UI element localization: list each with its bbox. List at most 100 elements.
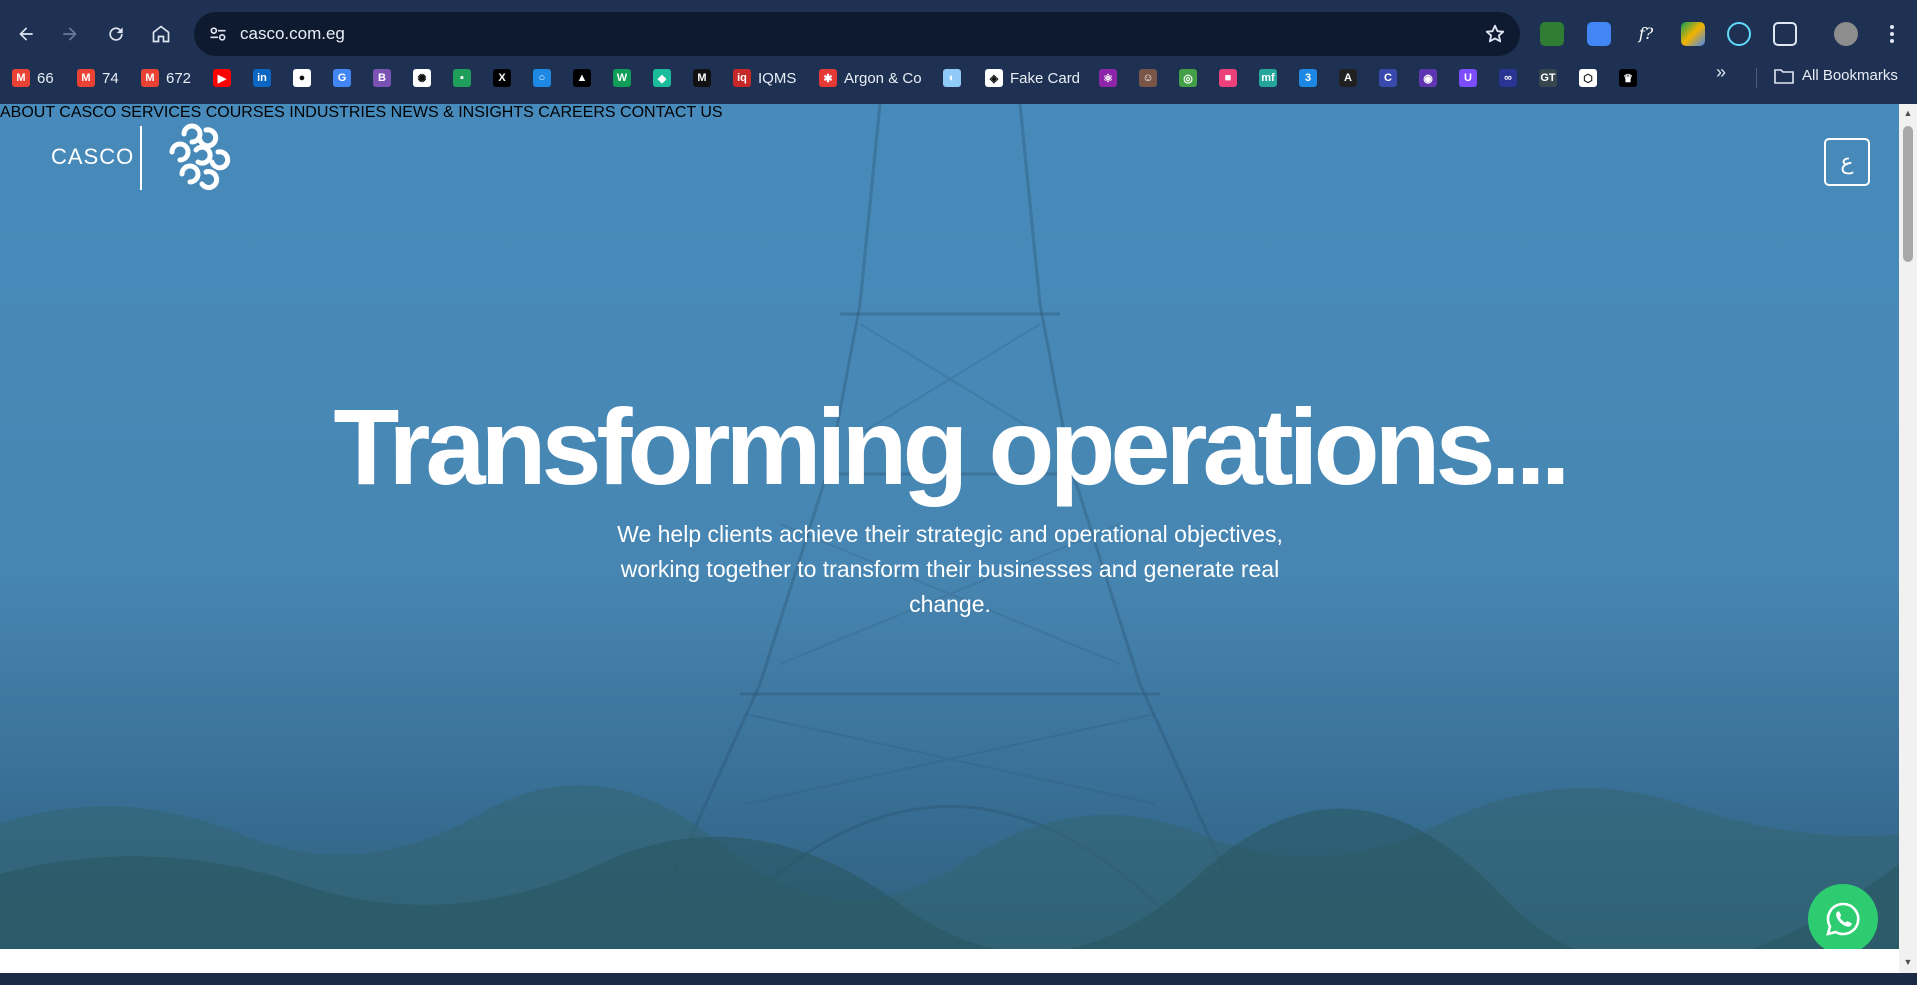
- gt-icon: GT: [1539, 69, 1557, 87]
- all-bookmarks-label: All Bookmarks: [1802, 67, 1898, 84]
- window-bottom-edge: [0, 973, 1917, 985]
- react-extension-icon[interactable]: [1727, 22, 1751, 46]
- hero-subheadline: We help clients achieve their strategic …: [617, 521, 1283, 617]
- bookmarks-divider: [1756, 68, 1757, 88]
- bookmark-item[interactable]: ◈ Fake Card: [985, 67, 1080, 89]
- bookmark-item[interactable]: ▶: [213, 67, 231, 89]
- bookmark-star-icon[interactable]: [1484, 23, 1506, 45]
- bookmark-item[interactable]: GT: [1539, 67, 1557, 89]
- linkedin-icon: in: [253, 69, 271, 87]
- kebab-menu-icon[interactable]: [1880, 20, 1904, 48]
- mf-icon: mf: [1259, 69, 1277, 87]
- extension-icon[interactable]: [1540, 22, 1564, 46]
- bookmark-item[interactable]: 3: [1299, 67, 1317, 89]
- forward-button[interactable]: [54, 18, 86, 50]
- gmail-icon: M: [77, 69, 95, 87]
- codepen-icon: ⬡: [1579, 69, 1597, 87]
- x-icon: X: [493, 69, 511, 87]
- scroll-down-icon[interactable]: ▼: [1903, 957, 1913, 967]
- casco-logo-text[interactable]: CASCO: [51, 144, 134, 170]
- home-button[interactable]: [145, 18, 177, 50]
- iqms-icon: iq: [733, 69, 751, 87]
- whatsapp-button[interactable]: [1808, 884, 1878, 949]
- casco-logo-mark-icon[interactable]: [160, 120, 232, 192]
- all-bookmarks-button[interactable]: All Bookmarks: [1774, 67, 1898, 84]
- react-icon: ⚛: [1099, 69, 1117, 87]
- crown-icon: ♛: [1619, 69, 1637, 87]
- bookmark-item[interactable]: X: [493, 67, 511, 89]
- loop-icon: ∞: [1499, 69, 1517, 87]
- card-icon: ◈: [985, 69, 1003, 87]
- bookmark-item[interactable]: M 672: [141, 67, 191, 89]
- gmail-icon: M: [141, 69, 159, 87]
- profile-avatar[interactable]: [1834, 22, 1858, 46]
- bookmark-item[interactable]: M: [693, 67, 711, 89]
- bookmark-item[interactable]: ▲: [573, 67, 591, 89]
- browser-toolbar: casco.com.eg f?: [0, 8, 1917, 56]
- youtube-icon: ▶: [213, 69, 231, 87]
- bookmark-item[interactable]: M 74: [77, 67, 119, 89]
- ring-icon: ◎: [1179, 69, 1197, 87]
- u-icon: U: [1459, 69, 1477, 87]
- arrow-left-icon: [19, 27, 33, 41]
- bookmark-item[interactable]: A: [1339, 67, 1357, 89]
- scrollbar-thumb[interactable]: [1903, 126, 1913, 262]
- bookmark-label: 66: [37, 69, 54, 87]
- bookmark-item[interactable]: ♛: [1619, 67, 1637, 89]
- bookmark-label: 672: [166, 69, 192, 87]
- site-info-icon[interactable]: [208, 24, 228, 44]
- home-icon: [152, 25, 170, 43]
- translate-extension-icon[interactable]: [1587, 22, 1611, 46]
- scroll-up-icon[interactable]: ▲: [1903, 108, 1913, 118]
- bookmark-item[interactable]: in: [253, 67, 271, 89]
- sheet-icon: ▪: [453, 69, 471, 87]
- argon-icon: ✱: [819, 69, 837, 87]
- bookmark-item[interactable]: ◆: [653, 67, 671, 89]
- w-icon: W: [613, 69, 631, 87]
- page-section-edge: [0, 949, 1899, 973]
- bookmark-item[interactable]: ✱ Argon & Co: [819, 67, 922, 89]
- bookmark-item[interactable]: ☺: [1139, 67, 1157, 89]
- bookmark-item[interactable]: ∞: [1499, 67, 1517, 89]
- address-bar[interactable]: casco.com.eg: [194, 12, 1520, 56]
- back-button[interactable]: [10, 18, 42, 50]
- bookmark-item[interactable]: C: [1379, 67, 1397, 89]
- city-trees-background: [0, 785, 1899, 949]
- bookmark-item[interactable]: ●: [293, 67, 311, 89]
- reload-icon: [109, 27, 123, 41]
- folder-icon: [1774, 68, 1794, 84]
- drive-extension-icon[interactable]: [1681, 22, 1705, 46]
- bookmark-item[interactable]: ⚛: [1099, 67, 1117, 89]
- bookmark-item[interactable]: ⬡: [1579, 67, 1597, 89]
- bookmark-item[interactable]: ◐: [943, 67, 961, 89]
- page-viewport: CASCO ABOUT CASCO SERVICES COURSES INDUS…: [0, 104, 1899, 949]
- bookmark-item[interactable]: iq IQMS: [733, 67, 796, 89]
- bookmark-item[interactable]: ■: [1219, 67, 1237, 89]
- bookmark-item[interactable]: ◎: [1179, 67, 1197, 89]
- bookmark-label: 74: [102, 69, 119, 87]
- bookmark-item[interactable]: ▪: [453, 67, 471, 89]
- chatgpt-icon: ✺: [413, 69, 431, 87]
- dot-icon: ◉: [1419, 69, 1437, 87]
- bookmark-item[interactable]: ○: [533, 67, 551, 89]
- bookmark-item[interactable]: B: [373, 67, 391, 89]
- logo-divider: [140, 126, 142, 190]
- formula-extension-icon[interactable]: f?: [1634, 22, 1658, 46]
- page-scrollbar[interactable]: ▲ ▼: [1899, 104, 1917, 973]
- bookmark-item[interactable]: U: [1459, 67, 1477, 89]
- url-text[interactable]: casco.com.eg: [240, 24, 345, 44]
- c-icon: C: [1379, 69, 1397, 87]
- bookmarks-overflow-icon[interactable]: »: [1716, 62, 1726, 83]
- bookmark-item[interactable]: ◉: [1419, 67, 1437, 89]
- bootstrap-icon: B: [373, 69, 391, 87]
- bookmarks-bar: M 66 M 74 M 672 ▶ in ● G B ✺ ▪ X ○ ▲ W ◆ Miq IQMS ✱ Argon & C…: [0, 62, 1917, 94]
- bookmark-item[interactable]: W: [613, 67, 631, 89]
- bookmark-item[interactable]: M 66: [12, 67, 54, 89]
- bookmark-item[interactable]: ✺: [413, 67, 431, 89]
- puzzle-extensions-icon[interactable]: [1773, 22, 1797, 46]
- reload-button[interactable]: [100, 18, 132, 50]
- bookmark-item[interactable]: mf: [1259, 67, 1277, 89]
- bookmark-item[interactable]: G: [333, 67, 351, 89]
- translate-icon: G: [333, 69, 351, 87]
- language-toggle-button[interactable]: ع: [1824, 138, 1870, 186]
